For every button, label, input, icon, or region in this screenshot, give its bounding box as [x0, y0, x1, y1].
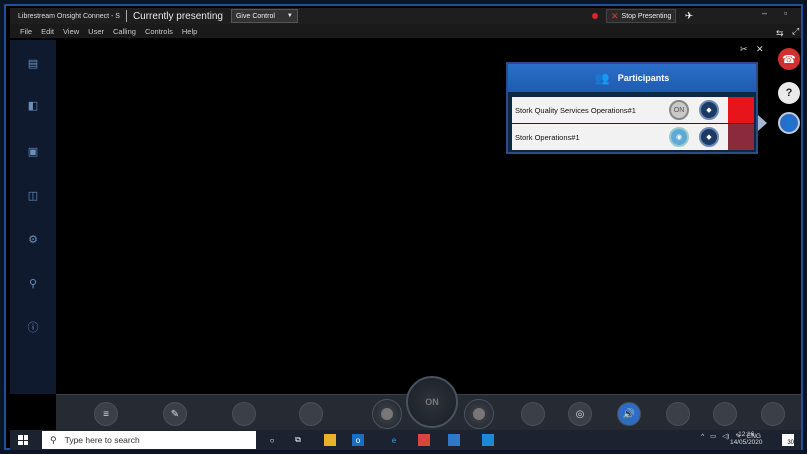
toolbar-button[interactable]	[232, 402, 256, 426]
title-separator	[125, 10, 127, 22]
title-bar: Librestream Onsight Connect - S Currentl…	[10, 8, 801, 24]
onsight-icon[interactable]	[482, 434, 494, 446]
windows-start-icon[interactable]	[18, 435, 28, 445]
menu-bar: File Edit View User Calling Controls Hel…	[10, 24, 801, 38]
app-title: Librestream Onsight Connect - S	[18, 12, 120, 20]
toolbar-button[interactable]	[713, 402, 737, 426]
notification-count: 30	[787, 440, 794, 446]
clock-time: 12:16	[738, 431, 755, 438]
photos-icon[interactable]	[448, 434, 460, 446]
participants-icon[interactable]: 👤	[778, 112, 800, 134]
people-icon: 👥	[594, 71, 610, 85]
settings-icon[interactable]: ⚙	[26, 232, 40, 246]
eraser-icon[interactable]: ◆	[699, 127, 719, 147]
participant-row[interactable]: Stork Operations#1 ◉ ◆	[512, 124, 728, 150]
notification-icon[interactable]: 30	[782, 434, 794, 446]
chevron-up-icon[interactable]: ^	[701, 433, 704, 440]
participant-row[interactable]: Stork Quality Services Operations#1 ON ◆	[512, 97, 728, 123]
help-icon[interactable]: ?	[778, 82, 800, 104]
menu-edit[interactable]: Edit	[41, 27, 54, 36]
app-icon[interactable]	[418, 434, 430, 446]
record-icon[interactable]	[464, 399, 494, 429]
toolbar-button[interactable]	[299, 402, 323, 426]
menu-calling[interactable]: Calling	[113, 27, 136, 36]
info-icon[interactable]: ⓘ	[26, 320, 40, 334]
pin-icon[interactable]: ✈	[682, 9, 696, 23]
left-sidebar: ▤ ◧ ▣ ◫ ⚙ ⚲ ⓘ	[10, 40, 56, 394]
menu-file[interactable]: File	[20, 27, 32, 36]
dial-label: ON	[425, 397, 439, 407]
file-explorer-icon[interactable]	[324, 434, 336, 446]
search-icon: ⚲	[50, 434, 57, 445]
toolbar-button[interactable]	[521, 402, 545, 426]
pause-icon[interactable]	[372, 399, 402, 429]
participant-status-indicator	[728, 97, 754, 123]
clock[interactable]: 12:16 14/05/2020	[730, 431, 763, 447]
camera-toggle-icon[interactable]: ON	[669, 100, 689, 120]
expand-icon[interactable]: ⤢	[792, 26, 799, 37]
close-icon: ✕	[611, 10, 619, 21]
media-library-icon[interactable]: ▤	[26, 56, 40, 70]
menu-user[interactable]: User	[88, 27, 104, 36]
settings-sliders-icon[interactable]: ≡	[94, 402, 118, 426]
stop-presenting-button[interactable]: ✕ Stop Presenting	[606, 9, 677, 23]
panel-pointer	[758, 115, 767, 131]
network-icon[interactable]: ▭	[710, 432, 716, 440]
presenting-status: Currently presenting	[132, 10, 223, 22]
participant-badge: ON	[673, 106, 685, 114]
end-call-icon[interactable]: ☎	[778, 48, 800, 70]
waveform-icon[interactable]: ◫	[26, 188, 40, 202]
stop-presenting-label: Stop Presenting	[621, 12, 672, 20]
volume-icon[interactable]: ◁)	[722, 432, 729, 440]
outlook-icon[interactable]: o	[352, 434, 364, 446]
mic-muted-icon[interactable]: ✂	[740, 44, 748, 55]
search-placeholder: Type here to search	[64, 435, 140, 445]
chat-icon[interactable]: ⇆	[776, 28, 784, 39]
participant-name: Stork Quality Services Operations#1	[515, 105, 636, 115]
image-icon[interactable]: ▣	[26, 144, 40, 158]
toolbar-button[interactable]	[666, 402, 690, 426]
participants-title: Participants	[617, 73, 670, 83]
cortana-icon[interactable]: ○	[266, 434, 278, 446]
chevron-down-icon: ▼	[286, 13, 293, 19]
clock-date: 14/05/2020	[730, 439, 763, 446]
menu-view[interactable]: View	[63, 27, 79, 36]
participants-panel: 👥 Participants Stork Quality Services Op…	[506, 62, 758, 154]
participant-status-indicator	[728, 124, 754, 150]
search-icon[interactable]: ⚲	[26, 276, 40, 290]
task-view-icon[interactable]: ⧉	[292, 434, 304, 446]
participants-header: 👥 Participants	[508, 64, 756, 92]
camera-icon[interactable]: ◎	[568, 402, 592, 426]
camera-toggle-icon[interactable]: ◉	[669, 127, 689, 147]
document-icon[interactable]: ◧	[26, 98, 40, 112]
give-control-dropdown[interactable]: Give Control ▼	[230, 9, 298, 23]
pen-icon[interactable]: ✎	[163, 402, 187, 426]
taskbar-search[interactable]: ⚲ Type here to search	[42, 431, 256, 449]
give-control-label: Give Control	[235, 12, 275, 20]
menu-help[interactable]: Help	[182, 27, 197, 36]
on-dial-button[interactable]: ON	[406, 376, 458, 428]
restore-icon[interactable]: ▫	[784, 8, 787, 18]
menu-controls[interactable]: Controls	[145, 27, 173, 36]
taskbar: ⚲ Type here to search ○ ⧉ o e ^ ▭ ◁) ✎ E…	[10, 430, 801, 450]
eraser-icon[interactable]: ◆	[699, 100, 719, 120]
minimize-icon[interactable]: –	[762, 8, 767, 18]
recording-indicator-icon	[592, 13, 598, 19]
right-rail: ☎ ? 👤	[774, 40, 801, 394]
volume-icon[interactable]: 🔊	[617, 402, 641, 426]
edge-icon[interactable]: e	[388, 434, 400, 446]
speaker-muted-icon[interactable]: ✕	[756, 44, 764, 55]
toolbar-button[interactable]	[761, 402, 785, 426]
participant-name: Stork Operations#1	[515, 132, 580, 142]
